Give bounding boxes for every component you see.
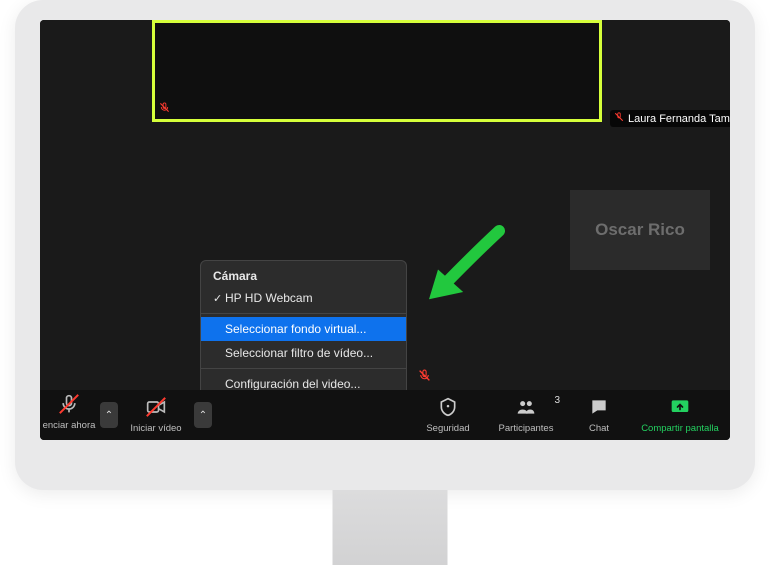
mic-muted-icon — [159, 102, 170, 116]
participant-name-label: Laura Fernanda Tamayo — [610, 110, 730, 127]
security-label: Seguridad — [426, 423, 469, 434]
shield-icon — [438, 397, 458, 420]
menu-divider — [201, 313, 406, 314]
screen: Laura Fernanda Tamayo Oscar Rico Cámara … — [40, 20, 730, 440]
mic-muted-icon — [418, 369, 431, 385]
share-screen-button[interactable]: Compartir pantalla — [630, 390, 730, 440]
video-camera-icon — [145, 397, 167, 420]
chat-button[interactable]: Chat — [568, 390, 630, 440]
participant-tile[interactable]: Oscar Rico — [570, 190, 710, 270]
monitor-stand — [333, 490, 448, 565]
share-screen-icon — [669, 397, 691, 420]
video-options-menu: Cámara HP HD Webcam Seleccionar fondo vi… — [200, 260, 407, 397]
active-speaker-frame — [152, 20, 602, 122]
participants-count: 3 — [554, 395, 560, 406]
monitor-frame: Laura Fernanda Tamayo Oscar Rico Cámara … — [15, 0, 755, 490]
chat-label: Chat — [589, 423, 609, 434]
meeting-toolbar: enciar ahora ⌃ Iniciar vídeo ⌃ Se — [40, 390, 730, 440]
menu-divider — [201, 368, 406, 369]
share-screen-label: Compartir pantalla — [641, 423, 719, 434]
annotation-arrow — [420, 220, 510, 310]
mic-muted-icon — [614, 112, 624, 125]
participant-tile-name: Oscar Rico — [595, 220, 685, 240]
audio-options-chevron[interactable]: ⌃ — [100, 402, 118, 428]
security-button[interactable]: Seguridad — [412, 390, 484, 440]
menu-section-camera: Cámara — [201, 261, 406, 286]
participant-name-text: Laura Fernanda Tamayo — [628, 113, 730, 125]
microphone-icon — [59, 394, 79, 417]
participants-button[interactable]: 3 Participantes — [484, 390, 568, 440]
menu-item-video-filter[interactable]: Seleccionar filtro de vídeo... — [201, 341, 406, 365]
start-video-label: Iniciar vídeo — [130, 423, 181, 434]
start-video-button[interactable]: Iniciar vídeo — [120, 390, 192, 440]
chevron-up-icon: ⌃ — [105, 410, 113, 421]
chat-bubble-icon — [589, 397, 609, 420]
participants-icon — [514, 397, 538, 420]
menu-item-virtual-background[interactable]: Seleccionar fondo virtual... — [201, 317, 406, 341]
chevron-up-icon: ⌃ — [199, 410, 207, 421]
video-area: Laura Fernanda Tamayo Oscar Rico Cámara … — [40, 20, 730, 390]
participants-label: Participantes — [499, 423, 554, 434]
menu-item-camera-hp[interactable]: HP HD Webcam — [201, 286, 406, 310]
mute-button[interactable]: enciar ahora — [40, 387, 98, 440]
mute-button-label: enciar ahora — [43, 420, 96, 431]
video-options-chevron[interactable]: ⌃ — [194, 402, 212, 428]
